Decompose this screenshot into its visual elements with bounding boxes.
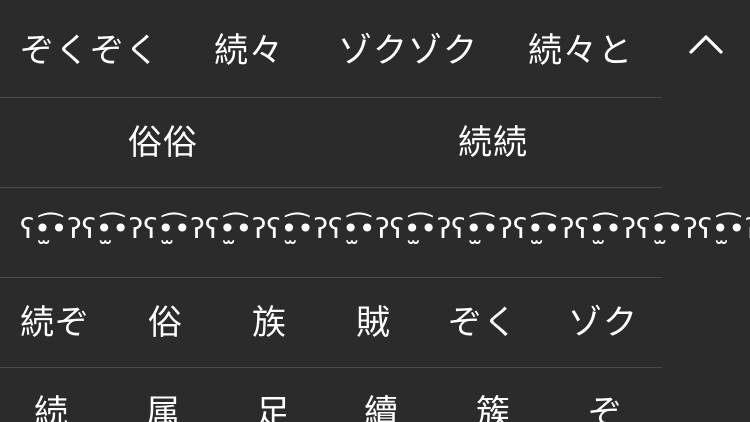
candidate-zokuzoku-alt1[interactable]: 俗俗	[128, 126, 198, 160]
candidate-zoku-thief[interactable]: 賊	[356, 306, 391, 340]
candidate-panel: ぞくぞく 続々 ゾクゾク 続々と 俗俗 続続 ʕ•̫͡•ʔʕ•̫͡•ʔʕ•̫͡•…	[0, 0, 750, 422]
candidate-zoku-katakana[interactable]: ゾク	[568, 306, 638, 340]
collapse-candidates-button[interactable]	[680, 18, 732, 70]
candidate-zokuzoku-katakana[interactable]: ゾクゾク	[338, 34, 478, 68]
candidate-zokuzoku-alt2[interactable]: 続続	[458, 126, 528, 160]
row-divider	[0, 367, 662, 368]
candidate-zoku-cluster[interactable]: 簇	[476, 396, 511, 422]
candidate-zokuzo[interactable]: 続ぞ	[20, 306, 90, 340]
candidate-zoku-belong[interactable]: 属	[146, 396, 181, 422]
row-divider	[0, 187, 662, 188]
candidate-zoku-tribe[interactable]: 族	[252, 306, 287, 340]
candidate-zokuzoku-hiragana[interactable]: ぞくぞく	[20, 34, 160, 68]
candidate-zoku-continue[interactable]: 続	[34, 396, 69, 422]
row-divider	[0, 97, 662, 98]
candidate-soku-foot[interactable]: 足	[256, 396, 291, 422]
candidate-zokuzokuto[interactable]: 続々と	[528, 34, 633, 68]
row-divider	[0, 277, 662, 278]
candidate-kaomoji-bears[interactable]: ʕ•̫͡•ʔʕ•̫͡•ʔʕ•̫͡•ʔʕ•̫͡•ʔʕ•̫͡•ʔʕ•̫͡•ʔʕ•̫͡…	[20, 215, 750, 243]
chevron-up-icon	[689, 35, 723, 54]
candidate-zokuzoku-kanji[interactable]: 続々	[214, 34, 284, 68]
candidate-zoku-custom[interactable]: 俗	[148, 306, 183, 340]
candidate-zoku-old[interactable]: 續	[364, 396, 399, 422]
candidate-zoku-hiragana[interactable]: ぞく	[448, 306, 518, 340]
candidate-zo[interactable]: ぞ	[588, 396, 623, 422]
